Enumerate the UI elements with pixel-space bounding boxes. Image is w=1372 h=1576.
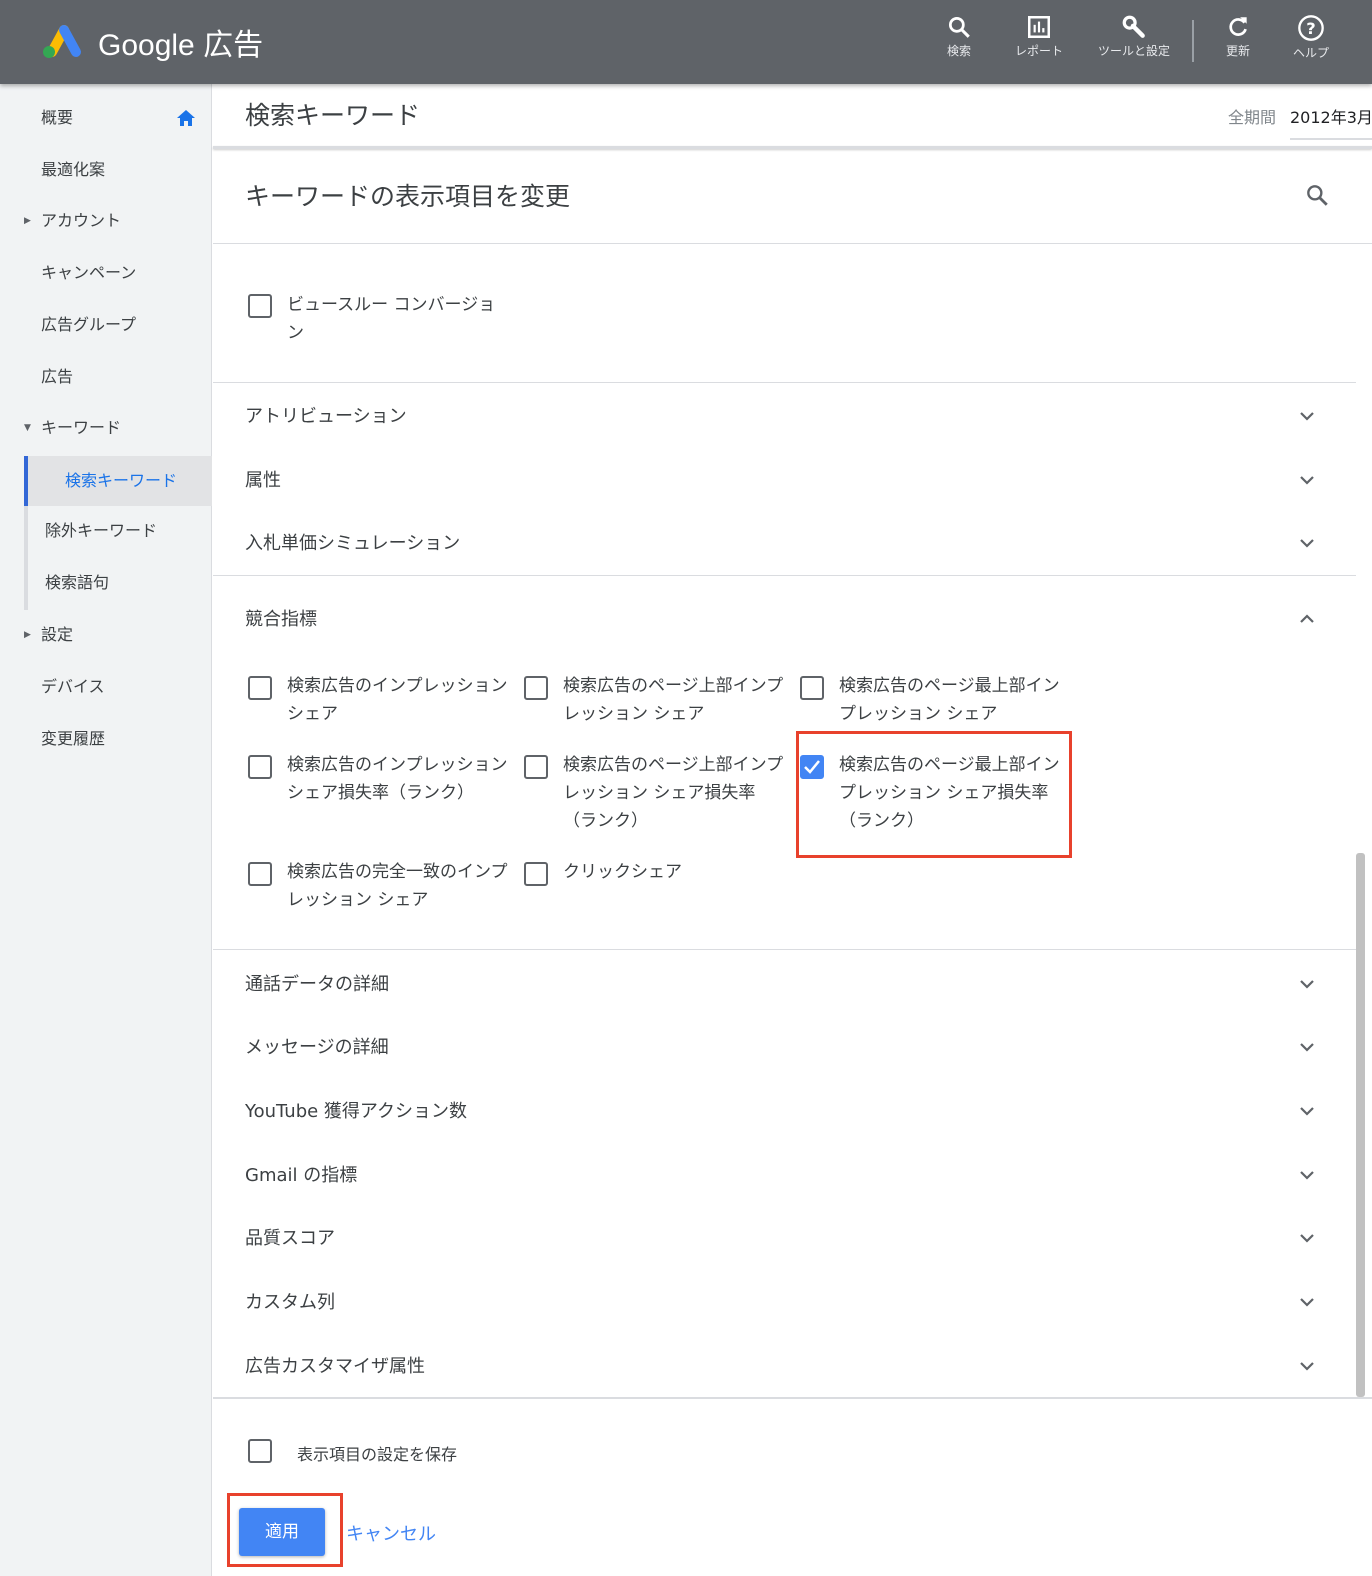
- top-bar: Google 広告 検索 レポート ツールと設定 更新 ? ヘルプ: [0, 0, 1372, 84]
- google-ads-logo: [43, 25, 81, 58]
- tools-label: ツールと設定: [1097, 44, 1170, 58]
- sidebar-item-devices[interactable]: デバイス: [0, 662, 212, 712]
- refresh-icon: [1229, 17, 1247, 36]
- tools-button[interactable]: ツールと設定: [1094, 14, 1174, 59]
- sidebar-item-change-history[interactable]: 変更履歴: [0, 714, 212, 764]
- sidebar-item-campaigns[interactable]: キャンペーン: [0, 248, 212, 298]
- sidebar-item-ads[interactable]: 広告: [0, 352, 212, 402]
- chevron-down-icon[interactable]: [1298, 1038, 1316, 1056]
- report-button[interactable]: レポート: [999, 14, 1079, 59]
- caret-right-icon: ▶: [24, 216, 31, 226]
- page-title: 検索キーワード: [245, 101, 421, 130]
- section-header[interactable]: Gmail の指標: [245, 1161, 357, 1187]
- highlight-box: [796, 731, 1072, 858]
- checkbox-label: 検索広告のインプレッション シェア損失率（ランク）: [287, 755, 508, 803]
- checkbox-label: 検索広告のページ最上部インプレッション シェア: [839, 676, 1060, 724]
- chevron-down-icon[interactable]: [1298, 1293, 1316, 1311]
- sidebar-item-recommendations[interactable]: 最適化案: [0, 145, 212, 195]
- section-header[interactable]: メッセージの詳細: [245, 1033, 389, 1059]
- save-settings-label: 表示項目の設定を保存: [297, 1445, 458, 1464]
- divider: [213, 575, 1356, 576]
- checkbox[interactable]: [524, 676, 548, 700]
- checkbox[interactable]: [800, 676, 824, 700]
- wrench-icon: [1122, 15, 1145, 38]
- checkbox-view-through-conversions[interactable]: [248, 294, 272, 318]
- checkbox[interactable]: [248, 862, 272, 886]
- chevron-down-icon[interactable]: [1298, 1229, 1316, 1247]
- label: 設定: [41, 625, 74, 644]
- section-header[interactable]: カスタム列: [245, 1288, 335, 1314]
- sidebar-item-search-keywords[interactable]: 検索キーワード: [24, 456, 212, 506]
- checkbox-label: 検索広告の完全一致のインプレッション シェア: [287, 862, 508, 910]
- checkbox-label: 検索広告のページ上部インプレッション シェア損失率（ランク）: [563, 755, 784, 831]
- column-search-icon[interactable]: [1304, 182, 1330, 208]
- chevron-down-icon[interactable]: [1298, 1357, 1316, 1375]
- help-button[interactable]: ? ヘルプ: [1271, 14, 1351, 61]
- label: キーワード: [41, 418, 122, 437]
- sidebar-item-settings[interactable]: ▶ 設定: [0, 610, 212, 660]
- divider: [1192, 20, 1194, 62]
- report-label: レポート: [1014, 44, 1063, 58]
- sidebar-item-search-terms[interactable]: 検索語句: [24, 558, 212, 610]
- checkbox[interactable]: [524, 862, 548, 886]
- divider: [213, 949, 1356, 950]
- apply-button[interactable]: 適用: [239, 1508, 325, 1556]
- divider: [213, 382, 1356, 383]
- search-button[interactable]: 検索: [919, 14, 999, 59]
- chevron-down-icon[interactable]: [1298, 534, 1316, 552]
- brand-title: Google 広告: [98, 29, 264, 62]
- chevron-down-icon[interactable]: [1298, 1102, 1316, 1120]
- section-header[interactable]: 属性: [245, 466, 281, 492]
- help-icon: ?: [1298, 15, 1324, 41]
- chevron-up-icon[interactable]: [1298, 610, 1316, 628]
- search-icon: [948, 16, 970, 38]
- checkbox[interactable]: [248, 676, 272, 700]
- chevron-down-icon[interactable]: [1298, 1166, 1316, 1184]
- cancel-button[interactable]: キャンセル: [346, 1520, 436, 1546]
- caret-down-icon: ▼: [24, 423, 31, 433]
- caret-right-icon: ▶: [24, 630, 31, 640]
- divider: [213, 1397, 1372, 1399]
- section-header[interactable]: 広告カスタマイザ属性: [245, 1352, 425, 1378]
- section-header[interactable]: 品質スコア: [245, 1224, 335, 1250]
- sidebar-item-account[interactable]: ▶ アカウント: [0, 196, 212, 246]
- checkbox-label: 検索広告のインプレッション シェア: [287, 676, 508, 724]
- checkbox[interactable]: [248, 755, 272, 779]
- home-icon: [177, 110, 195, 126]
- save-settings-checkbox[interactable]: [248, 1439, 272, 1463]
- sidebar-item-overview[interactable]: 概要: [0, 93, 212, 143]
- checkbox[interactable]: [524, 755, 548, 779]
- refresh-label: 更新: [1225, 44, 1250, 58]
- refresh-button[interactable]: 更新: [1198, 14, 1278, 59]
- panel-title: キーワードの表示項目を変更: [245, 182, 571, 211]
- checkbox-label: クリックシェア: [563, 862, 682, 882]
- divider: [213, 146, 1372, 149]
- checkbox-label: ビュースルー コンバージョン: [287, 295, 496, 343]
- sidebar: 概要 最適化案 ▶ アカウント キャンペーン 広告グループ 広告 ▼ キーワード 検…: [0, 84, 212, 1576]
- section-header[interactable]: 入札単価シミュレーション: [245, 529, 460, 555]
- section-header[interactable]: 通話データの詳細: [245, 970, 389, 996]
- sidebar-item-negative-keywords[interactable]: 除外キーワード: [24, 506, 212, 558]
- checkbox-label: 検索広告のページ上部インプレッション シェア: [563, 676, 784, 724]
- section-header[interactable]: アトリビューション: [245, 402, 407, 428]
- date-range-label: 全期間: [1228, 108, 1277, 127]
- date-range-picker[interactable]: 2012年3月: [1290, 104, 1372, 140]
- report-icon: [1028, 16, 1050, 38]
- label: 概要: [41, 108, 74, 127]
- sidebar-item-ad-groups[interactable]: 広告グループ: [0, 300, 212, 350]
- svg-text:?: ?: [1306, 19, 1315, 38]
- section-header[interactable]: YouTube 獲得アクション数: [245, 1097, 467, 1123]
- search-label: 検索: [946, 44, 971, 58]
- help-label: ヘルプ: [1292, 46, 1329, 60]
- chevron-down-icon[interactable]: [1298, 471, 1316, 489]
- divider: [213, 243, 1372, 244]
- chevron-down-icon[interactable]: [1298, 975, 1316, 993]
- scrollbar[interactable]: [1356, 853, 1365, 1397]
- chevron-down-icon[interactable]: [1298, 407, 1316, 425]
- label: アカウント: [41, 211, 122, 230]
- sidebar-item-keywords[interactable]: ▼ キーワード: [0, 403, 212, 453]
- section-competitive-metrics[interactable]: 競合指標: [245, 605, 317, 631]
